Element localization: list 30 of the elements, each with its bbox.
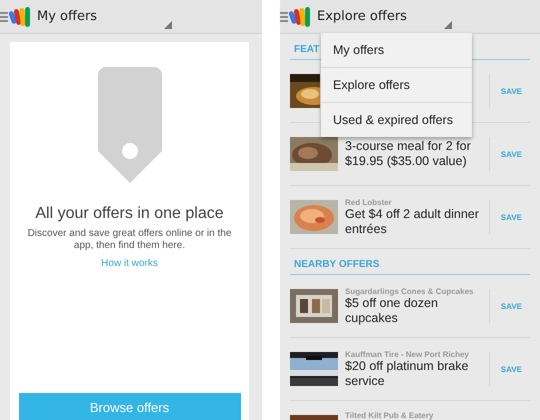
menu-item[interactable]: Used & expired offers <box>321 103 472 137</box>
save-button[interactable]: SAVE <box>494 146 528 162</box>
wallet-logo-icon <box>289 6 311 28</box>
dropdown-indicator-icon <box>444 21 452 29</box>
offer-title: 3-course meal for 2 for $19.95 ($35.00 value) <box>345 139 472 169</box>
screen-title[interactable]: My offers <box>37 9 98 24</box>
tag-icon <box>98 67 162 183</box>
merchant-name: Sugardarlings Cones & Cupcakes <box>345 286 474 296</box>
merchant-name: Tilted Kilt Pub & Eatery <box>345 411 434 420</box>
menu-item[interactable]: My offers <box>321 33 472 68</box>
merchant-name: Kauffman Tire - New Port Richey <box>345 350 470 358</box>
how-it-works-link[interactable]: How it works <box>101 258 158 269</box>
section-heading: NEARBY OFFERS <box>290 249 530 275</box>
empty-state-heading: All your offers in one place <box>35 205 224 223</box>
dropdown-indicator-icon <box>164 21 172 29</box>
offer-title: $20 off platinum brake service <box>345 358 468 388</box>
menu-item[interactable]: Explore offers <box>321 68 472 103</box>
wallet-logo-icon <box>9 6 31 28</box>
screen-title[interactable]: Explore offers <box>317 9 407 24</box>
save-button[interactable]: SAVE <box>494 360 528 378</box>
save-button[interactable]: SAVE <box>494 298 528 314</box>
offer-title: Get $4 off 2 adult dinner entrées <box>345 206 480 236</box>
menu-icon[interactable] <box>0 12 8 22</box>
browse-offers-button[interactable]: Browse offers <box>18 393 240 420</box>
save-button[interactable]: SAVE <box>494 208 528 226</box>
save-button[interactable]: SAVE <box>494 82 528 100</box>
menu-icon[interactable] <box>280 12 288 22</box>
empty-state-text: Discover and save great offers online or in the app, then find them here. <box>26 228 232 252</box>
offer-title: $5 off one dozen cupcakes <box>345 296 438 326</box>
merchant-name: Red Lobster <box>345 198 393 206</box>
